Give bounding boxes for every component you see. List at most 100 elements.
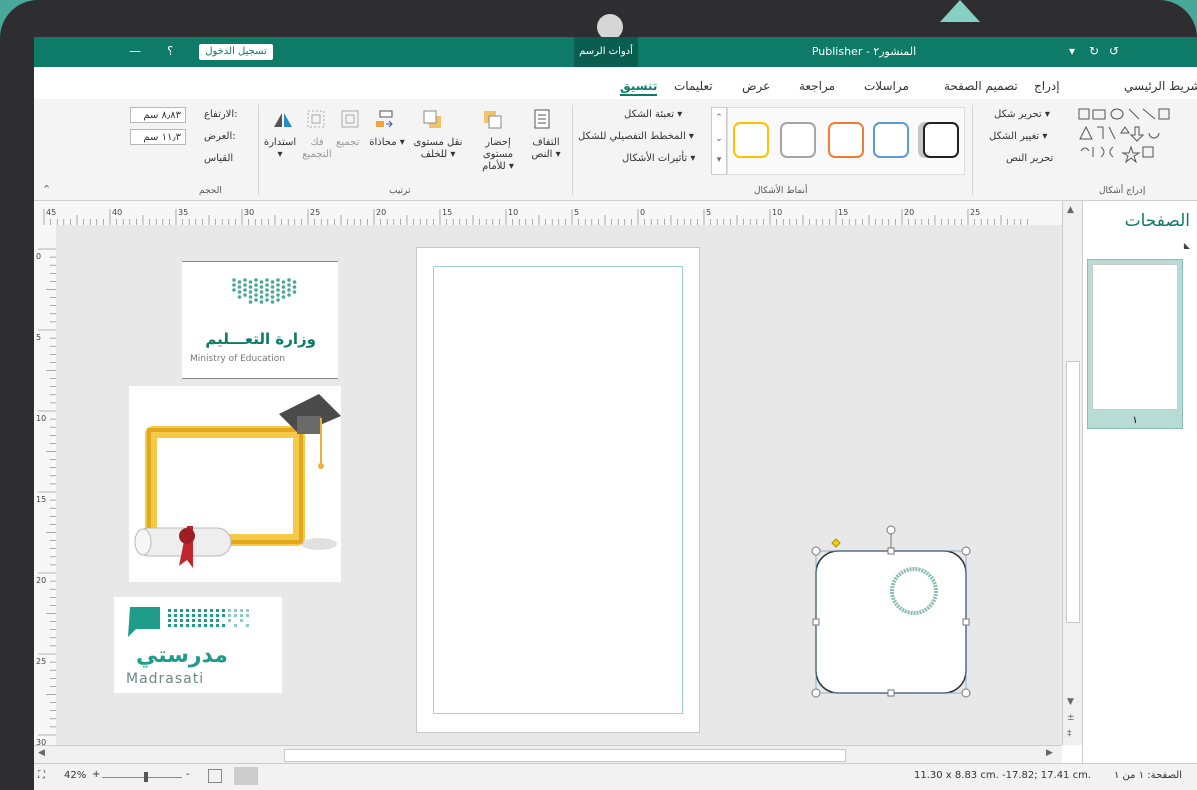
align-icon xyxy=(376,110,393,128)
redo-icon[interactable]: ↻ xyxy=(1089,44,1099,58)
gallery-scroll[interactable]: ⌃ ⌄ ▾ xyxy=(711,107,727,175)
scroll-up-icon[interactable]: ▲ xyxy=(1067,205,1074,215)
collapse-ribbon-icon[interactable]: ⌃ xyxy=(42,183,51,196)
zoom-out-button[interactable]: - xyxy=(186,769,190,780)
zoom-in-button[interactable]: + xyxy=(92,769,100,780)
ribbon-separator xyxy=(258,105,259,195)
scroll-left-icon[interactable]: ◀ xyxy=(38,748,45,758)
ruler-tick-label: 5 xyxy=(706,208,711,217)
madrasati-logo-image[interactable]: مدرستي Madrasati xyxy=(114,597,282,693)
zoom-slider[interactable] xyxy=(102,777,182,778)
style-swatch-orange[interactable] xyxy=(828,122,864,158)
single-page-view-icon[interactable] xyxy=(208,769,222,783)
pages-pane-collapse-icon[interactable]: ◣ xyxy=(1184,241,1190,250)
rotate-button[interactable]: استدارة ▾ xyxy=(262,137,298,161)
tab-view[interactable]: عرض xyxy=(742,79,770,93)
minimize-button[interactable]: — xyxy=(129,44,141,58)
two-page-view-icon[interactable] xyxy=(234,767,258,785)
object-position: -17.82; 17.41 cm. xyxy=(1002,770,1092,781)
insert-shapes-group-label: إدراج أشكال xyxy=(1099,186,1146,196)
pages-pane: الصفحات ◣ ١ xyxy=(1082,201,1197,763)
ribbon: تحرير شكل ▾ تغيير الشكل ▾ تحرير النص إدر… xyxy=(34,99,1197,201)
measure-button[interactable]: القياس xyxy=(204,153,233,164)
tab-mailings[interactable]: مراسلات xyxy=(864,79,909,93)
tab-home[interactable]: الشريط الرئيسي xyxy=(1124,79,1197,93)
fit-page-icon[interactable]: ⛶ xyxy=(38,770,45,781)
ribbon-tabs: الشريط الرئيسي إدراج تصميم الصفحة مراسلا… xyxy=(34,67,1197,99)
scroll-down-icon[interactable]: ▼ xyxy=(1067,697,1074,707)
next-page-icon[interactable]: ‡ xyxy=(1067,729,1072,739)
shapes-palette[interactable] xyxy=(1077,107,1185,164)
width-label: العرض: xyxy=(204,131,236,142)
page-info: الصفحة: ١ من ١ xyxy=(1114,770,1182,781)
tab-page-design[interactable]: تصميم الصفحة xyxy=(944,79,1018,93)
signin-button[interactable]: تسجيل الدخول xyxy=(199,44,273,60)
ruler-tick-label: 10 xyxy=(36,414,46,423)
ruler-tick-label: 0 xyxy=(640,208,645,217)
title-bar: — ؟ تسجيل الدخول أدوات الرسم Publisher -… xyxy=(34,37,1197,67)
moe-logo-english: Ministry of Education xyxy=(190,354,285,364)
vertical-ruler: 0 5 10 15 20 25 30 xyxy=(34,225,57,745)
edit-text-button[interactable]: تحرير النص xyxy=(1006,153,1053,164)
change-shape-button[interactable]: تغيير الشكل ▾ xyxy=(989,131,1047,142)
tab-review[interactable]: مراجعة xyxy=(799,79,835,93)
ungroup-icon xyxy=(307,110,325,128)
undo-icon[interactable]: ↺ xyxy=(1109,44,1119,58)
send-backward-button[interactable]: نقل مستوى للخلف ▾ xyxy=(410,137,466,161)
tab-insert[interactable]: إدراج xyxy=(1034,79,1060,93)
certificate-image[interactable] xyxy=(129,386,341,582)
bring-forward-button[interactable]: إحضار مستوى للأمام ▾ xyxy=(470,137,526,173)
object-size: 11.30 x 8.83 cm. xyxy=(914,770,999,781)
vertical-scrollbar[interactable]: ▲ ▼ ± ‡ xyxy=(1062,201,1083,745)
ruler-tick-label: 25 xyxy=(36,657,46,666)
selected-rounded-rect-shape[interactable] xyxy=(794,519,994,719)
help-button[interactable]: ؟ xyxy=(167,44,173,58)
ruler-tick-label: 10 xyxy=(508,208,518,217)
horizontal-ruler: 45 40 35 30 25 20 15 10 5 0 5 10 15 20 25 xyxy=(34,201,1082,226)
page-thumbnail-number: ١ xyxy=(1132,415,1138,426)
ruler-tick-label: 20 xyxy=(376,208,386,217)
page-thumbnail[interactable]: ١ xyxy=(1087,259,1183,429)
tab-format[interactable]: تنسيق xyxy=(620,79,658,96)
ruler-tick-label: 20 xyxy=(904,208,914,217)
group-button[interactable]: تجميع xyxy=(336,137,359,148)
shape-effects-button[interactable]: تأثيرات الأشكال ▾ xyxy=(622,153,695,164)
arrange-group-label: ترتيب xyxy=(389,186,411,196)
scroll-right-icon[interactable]: ▶ xyxy=(1046,748,1053,758)
ruler-tick-label: 25 xyxy=(970,208,980,217)
qat-dropdown-icon[interactable]: ▾ xyxy=(1069,44,1075,58)
vertical-scroll-thumb[interactable] xyxy=(1066,361,1080,623)
page-margin-guide xyxy=(433,266,683,714)
tab-help[interactable]: تعليمات xyxy=(674,79,713,93)
edit-shape-button[interactable]: تحرير شكل ▾ xyxy=(994,109,1050,120)
height-input[interactable]: ٨٫٨٣ سم xyxy=(130,107,186,123)
shape-fill-button[interactable]: تعبئة الشكل ▾ xyxy=(624,109,682,120)
publication-page[interactable] xyxy=(416,247,700,733)
horizontal-scroll-thumb[interactable] xyxy=(284,749,846,762)
ruler-tick-label: 10 xyxy=(772,208,782,217)
style-swatch-black[interactable] xyxy=(923,122,959,158)
ruler-tick-label: 0 xyxy=(36,252,41,261)
canvas-workspace[interactable]: وزارة التعـــليم Ministry of Education م… xyxy=(56,225,1062,745)
zoom-level[interactable]: 42% xyxy=(64,770,86,781)
shape-styles-gallery[interactable] xyxy=(727,107,965,175)
ungroup-button[interactable]: فك التجميع xyxy=(300,137,334,161)
size-group-label: الحجم xyxy=(199,186,222,196)
ruler-tick-label: 15 xyxy=(442,208,452,217)
horizontal-scrollbar[interactable]: ◀ ▶ xyxy=(34,745,1062,764)
prev-page-icon[interactable]: ± xyxy=(1067,713,1075,723)
width-input[interactable]: ١١٫٣ سم xyxy=(130,129,186,145)
moe-logo-image[interactable]: وزارة التعـــليم Ministry of Education xyxy=(182,261,338,379)
bring-forward-icon xyxy=(484,111,502,129)
ruler-tick-label: 45 xyxy=(46,208,56,217)
zoom-slider-thumb[interactable] xyxy=(144,772,148,782)
madrasati-icon xyxy=(128,607,249,637)
ruler-tick-label: 40 xyxy=(112,208,122,217)
style-swatch-gold[interactable] xyxy=(733,122,769,158)
wrap-text-button[interactable]: التفاف النص ▾ xyxy=(526,137,566,161)
style-swatch-gray[interactable] xyxy=(780,122,816,158)
style-swatch-blue[interactable] xyxy=(873,122,909,158)
align-button[interactable]: محاذاة ▾ xyxy=(368,137,406,149)
ruler-tick-label: 15 xyxy=(36,495,46,504)
shape-outline-button[interactable]: المخطط التفصيلي للشكل ▾ xyxy=(578,131,694,142)
